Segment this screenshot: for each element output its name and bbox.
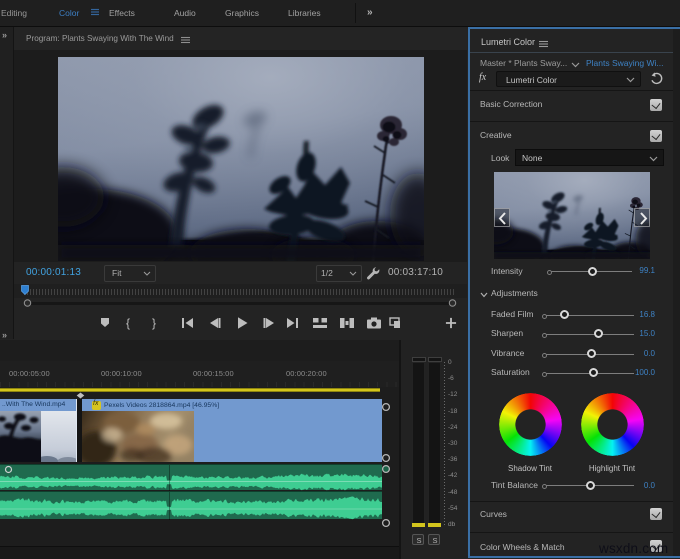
svg-text:{: { bbox=[126, 316, 130, 330]
svg-text:}: } bbox=[152, 316, 156, 330]
